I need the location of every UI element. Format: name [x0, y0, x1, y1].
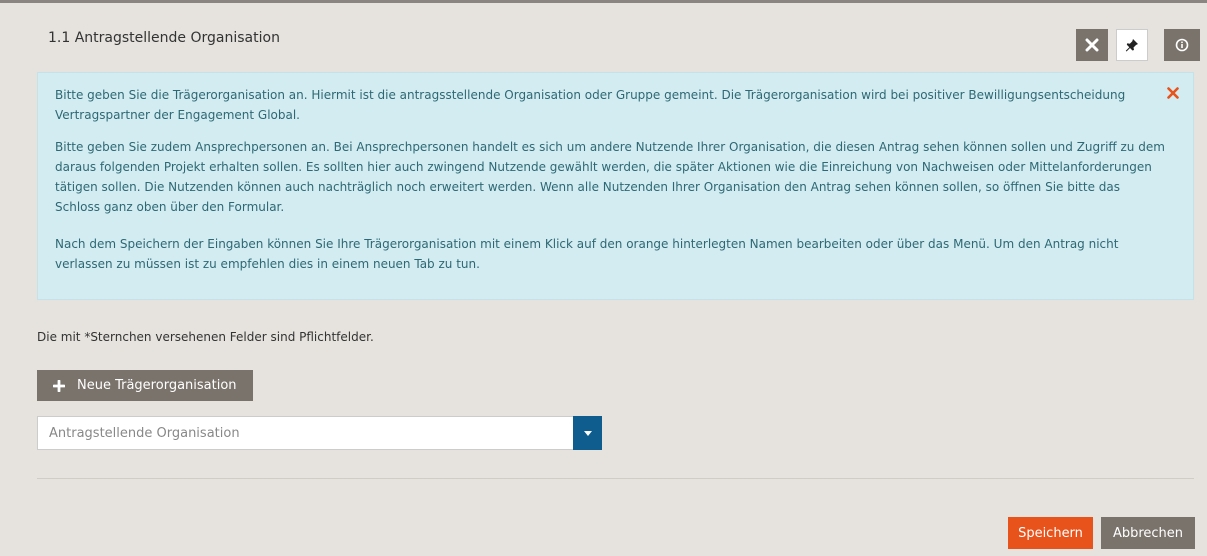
panel-header: 1.1 Antragstellende Organisation [0, 3, 1207, 63]
new-organisation-label: Neue Trägerorganisation [77, 378, 237, 393]
info-icon [1175, 38, 1189, 52]
organisation-select-placeholder: Antragstellende Organisation [49, 426, 240, 441]
caret-down-icon [583, 430, 592, 436]
close-icon [1167, 87, 1179, 99]
info-box: Bitte geben Sie die Trägerorganisation a… [37, 72, 1194, 300]
panel-title: 1.1 Antragstellende Organisation [48, 30, 280, 46]
close-panel-button[interactable] [1076, 29, 1108, 61]
plus-icon [53, 379, 65, 392]
divider [37, 478, 1194, 479]
dropdown-toggle[interactable] [573, 416, 602, 450]
info-button[interactable] [1164, 29, 1200, 61]
pin-button[interactable] [1116, 29, 1148, 61]
cancel-button[interactable]: Abbrechen [1101, 517, 1195, 549]
info-paragraph-3: Nach dem Speichern der Eingaben können S… [55, 237, 1119, 271]
close-icon [1085, 38, 1099, 52]
save-button[interactable]: Speichern [1008, 517, 1093, 549]
organisation-select[interactable]: Antragstellende Organisation [37, 416, 602, 450]
info-close-button[interactable] [1167, 85, 1179, 105]
required-fields-note: Die mit *Sternchen versehenen Felder sin… [37, 330, 374, 344]
new-organisation-button[interactable]: Neue Trägerorganisation [37, 370, 253, 401]
info-paragraph-2: Bitte geben Sie zudem Ansprechpersonen a… [55, 140, 1165, 214]
pin-icon [1125, 39, 1138, 52]
info-paragraph-1: Bitte geben Sie die Trägerorganisation a… [55, 88, 1126, 122]
